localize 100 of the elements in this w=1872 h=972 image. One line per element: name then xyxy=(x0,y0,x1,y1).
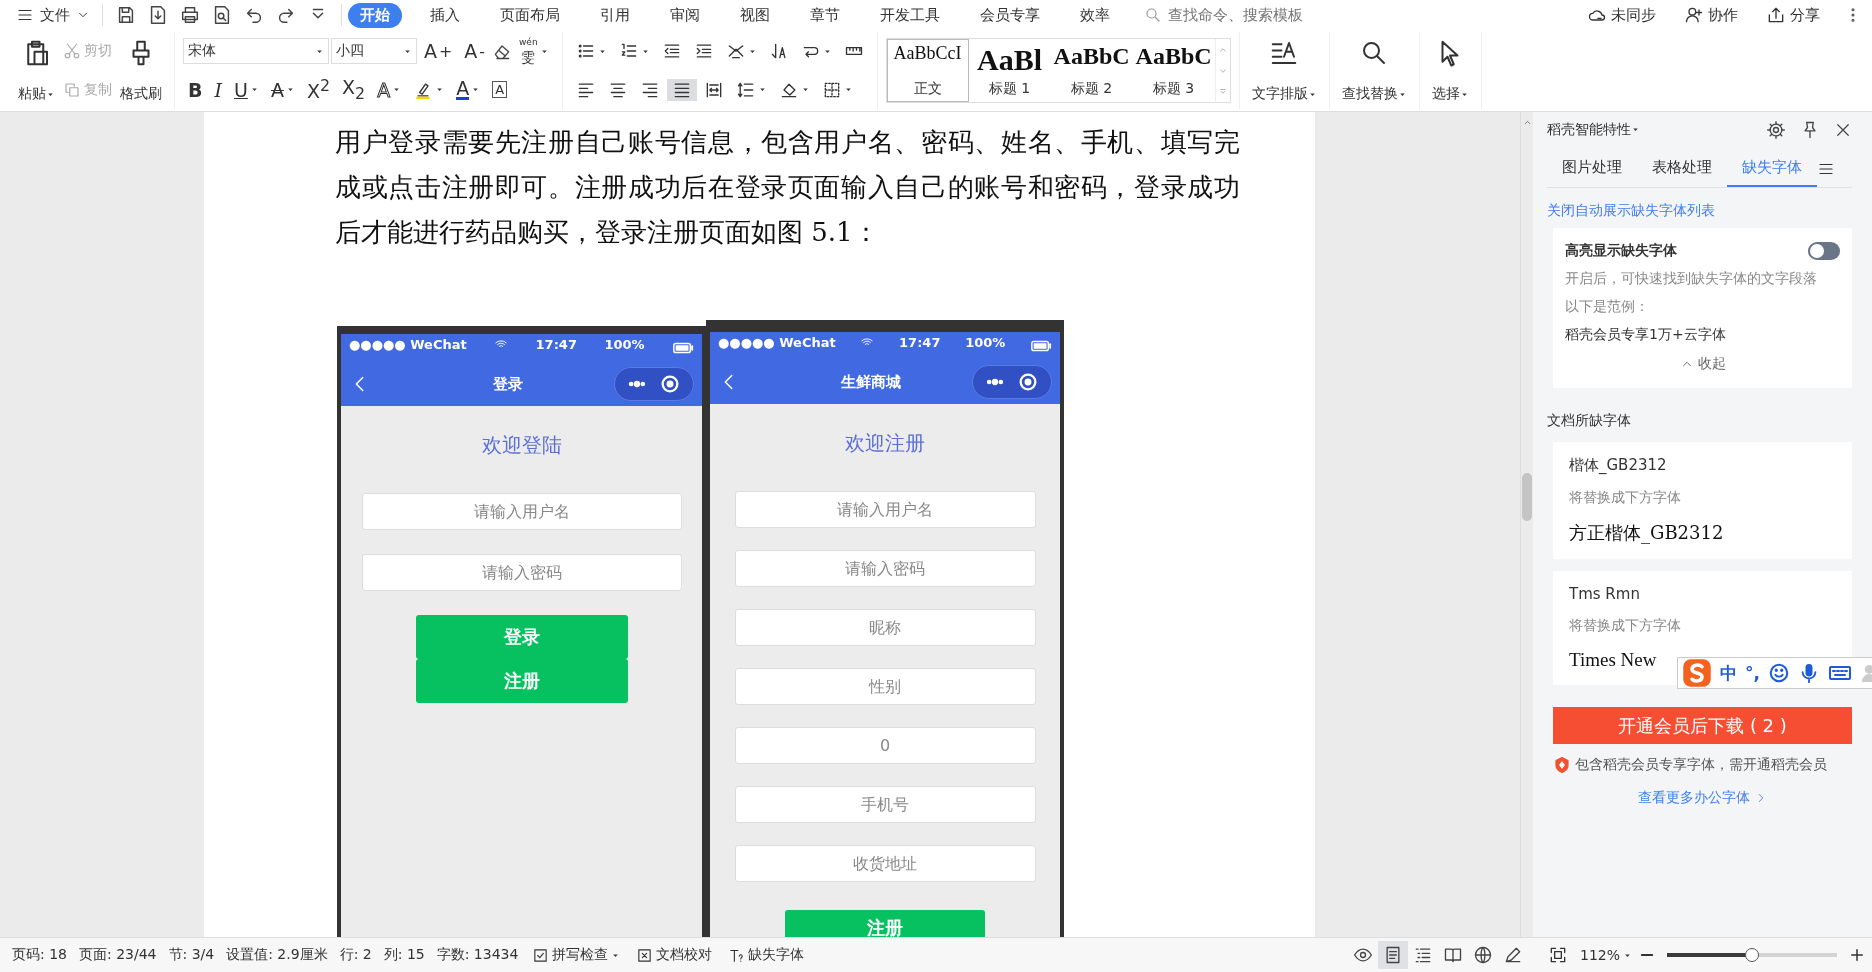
status-tool[interactable]: 缺失字体 xyxy=(720,946,813,964)
font-size-dropdown[interactable]: 小四 xyxy=(331,38,417,65)
paste-button[interactable]: 粘贴 xyxy=(14,34,59,107)
font-note: 将替换成下方字体 xyxy=(1569,489,1682,507)
zoom-in-icon[interactable] xyxy=(1848,946,1866,964)
page-view-button[interactable] xyxy=(1377,941,1408,969)
ime-button[interactable]: °, xyxy=(1745,663,1760,683)
ribbon-tab[interactable]: 审阅 xyxy=(658,2,712,28)
input-field[interactable]: 收货地址 xyxy=(734,845,1036,882)
ribbon-tab[interactable]: 视图 xyxy=(728,2,782,28)
panel-tab[interactable]: 缺失字体 xyxy=(1727,150,1817,187)
italic-button[interactable]: I xyxy=(209,77,227,102)
copy-icon xyxy=(63,80,81,99)
bold-button[interactable]: B xyxy=(183,77,208,102)
close-list-link[interactable]: 关闭自动展示缺失字体列表 xyxy=(1547,202,1852,220)
style-preset[interactable]: AaBbCcI 正文 xyxy=(886,39,969,102)
shield-icon xyxy=(1553,756,1571,774)
collapse-button[interactable]: 收起 xyxy=(1673,354,1732,374)
status-tool[interactable]: 拼写检查 xyxy=(524,946,629,964)
ribbon-tab[interactable]: 会员专享 xyxy=(968,2,1052,28)
justify-button[interactable] xyxy=(666,78,697,101)
dropdown-arrow-icon xyxy=(1631,125,1640,134)
style-preset[interactable]: AaBl 标题 1 xyxy=(968,39,1051,102)
scroll-up-icon[interactable] xyxy=(1522,118,1532,127)
replacement-font: 方正楷体_GB2312 xyxy=(1569,521,1725,545)
emoji-icon[interactable] xyxy=(1767,662,1790,684)
input-field[interactable]: 请输入用户名 xyxy=(734,491,1036,528)
carrier-text: ●●●●● WeChat xyxy=(349,337,467,354)
format-painter-button[interactable]: 格式刷 xyxy=(116,34,166,107)
input-field[interactable]: 请输入用户名 xyxy=(361,493,682,530)
input-field[interactable]: 请输入密码 xyxy=(361,554,682,591)
card-text: 开启后，可快速找到缺失字体的文字段落 xyxy=(1565,270,1818,288)
strikethrough-button[interactable]: A xyxy=(265,77,300,102)
close-target-icon xyxy=(1017,371,1039,393)
share-button[interactable]: 分享 xyxy=(1760,4,1826,26)
ribbon-tab[interactable]: 效率 xyxy=(1068,2,1122,28)
page-title: 登录 xyxy=(491,374,524,394)
search-field[interactable]: 查找命令、搜索模板 xyxy=(1166,5,1346,25)
checkbox-icon xyxy=(532,946,550,964)
capsule-menu[interactable] xyxy=(614,367,694,401)
search-icon xyxy=(1144,6,1162,24)
carrier-text: ●●●●● WeChat xyxy=(718,335,836,352)
font-note: 将替换成下方字体 xyxy=(1569,617,1682,635)
scrollbar-thumb[interactable] xyxy=(1522,473,1532,521)
input-field[interactable]: 昵称 xyxy=(734,609,1036,646)
panel-tab[interactable]: 图片处理 xyxy=(1547,150,1637,187)
script-button[interactable]: X$^{2}$ xyxy=(301,75,336,104)
font-color-button[interactable]: A xyxy=(451,78,486,102)
status-tool[interactable]: 文档校对 xyxy=(628,946,721,964)
input-field[interactable]: 请输入密码 xyxy=(734,550,1036,587)
ribbon-tab[interactable]: 开发工具 xyxy=(868,2,952,28)
underline-button[interactable]: U xyxy=(229,77,264,102)
ribbon-tab[interactable]: 页面布局 xyxy=(488,2,572,28)
settings-icon[interactable] xyxy=(1766,120,1786,140)
x-box-icon xyxy=(636,946,654,964)
ribbon-tab[interactable]: 章节 xyxy=(798,2,852,28)
input-field[interactable]: 手机号 xyxy=(734,786,1036,823)
panel-title[interactable]: 稻壳智能特性 xyxy=(1547,121,1752,139)
status-text: 页面: 23/44 xyxy=(78,946,158,964)
select-button[interactable]: 选择 xyxy=(1427,34,1473,107)
web-view-icon xyxy=(1472,945,1493,965)
font-name-dropdown[interactable]: 宋体 xyxy=(183,38,329,65)
cloud-button[interactable]: 未同步 xyxy=(1581,4,1662,26)
script-button[interactable]: X$_{2}$ xyxy=(337,75,371,104)
ribbon-tab[interactable]: 引用 xyxy=(588,2,642,28)
card-text: 稻壳会员专享1万+云字体 xyxy=(1565,326,1727,344)
ribbon-tab[interactable]: 开始 xyxy=(348,2,402,28)
add-person-icon xyxy=(1684,5,1704,25)
clock-text: 17:47 xyxy=(899,335,941,352)
more-fonts-link[interactable]: 查看更多办公字体 xyxy=(1631,788,1774,808)
body-paragraph: 用户登录需要先注册自己账号信息，包含用户名、密码、姓名、手机、填写完成或点击注册即可。注册成功后在登录页面输入自己的账号和密码，登录成功后才能进行药品购买，登录注册页面如图 5.1： xyxy=(335,126,1240,249)
zoom-level[interactable]: 112% xyxy=(1573,946,1638,964)
input-field[interactable]: 性别 xyxy=(734,668,1036,705)
panel-tab[interactable]: 表格处理 xyxy=(1637,150,1727,187)
capsule-menu[interactable] xyxy=(972,365,1052,399)
ribbon-tab[interactable]: 插入 xyxy=(418,2,472,28)
style-preset[interactable]: AaBbC 标题 3 xyxy=(1132,39,1215,102)
print-icon[interactable] xyxy=(179,4,201,26)
font-name: Tms Rmn xyxy=(1569,585,1641,603)
card-text: 以下是范例： xyxy=(1565,298,1650,316)
share-icon xyxy=(1766,5,1786,25)
style-preset[interactable]: AaBbC 标题 2 xyxy=(1050,39,1133,102)
toggle-switch[interactable] xyxy=(1808,242,1840,260)
welcome-heading: 欢迎登陆 xyxy=(481,432,562,459)
phonetic-guide-button[interactable]: wén 雯 xyxy=(514,37,554,66)
clock-text: 17:47 xyxy=(535,337,577,354)
input-method-icon[interactable] xyxy=(1682,658,1712,688)
slider-thumb[interactable] xyxy=(1745,948,1759,962)
status-text: 列: 15 xyxy=(382,946,426,964)
find-replace-button[interactable]: 查找替换 xyxy=(1337,34,1411,107)
close-icon[interactable] xyxy=(1834,121,1852,139)
add-person-button[interactable]: 协作 xyxy=(1678,4,1744,26)
text-layout-button[interactable]: 文字排版 xyxy=(1247,34,1321,107)
input-field[interactable]: 0 xyxy=(734,727,1036,764)
card-title: 高亮显示缺失字体 xyxy=(1565,242,1677,260)
battery-text: 100% xyxy=(965,335,1006,352)
file-menu[interactable]: 文件 xyxy=(10,3,96,27)
status-text: 行: 2 xyxy=(338,946,373,964)
font-name: 楷体_GB2312 xyxy=(1569,456,1668,475)
ime-button[interactable]: 中 xyxy=(1720,661,1737,685)
